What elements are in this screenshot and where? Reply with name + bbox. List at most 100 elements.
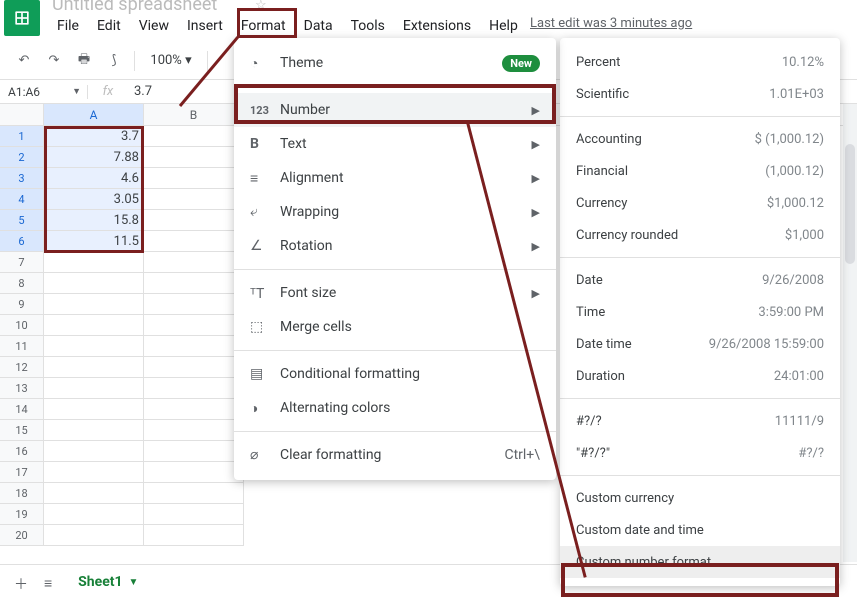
numfmt-financial[interactable]: Financial(1,000.12) (560, 155, 840, 187)
cell-B2[interactable] (144, 147, 244, 168)
cell-B12[interactable] (144, 357, 244, 378)
cell-A16[interactable] (44, 441, 144, 462)
cell-B15[interactable] (144, 420, 244, 441)
format-alternating[interactable]: ◑ Alternating colors (234, 391, 556, 425)
menu-insert[interactable]: Insert (178, 14, 232, 38)
cell-B18[interactable] (144, 483, 244, 504)
format-theme[interactable]: ◔ Theme New (234, 46, 556, 80)
row-header-8[interactable]: 8 (0, 273, 44, 294)
row-header-18[interactable]: 18 (0, 483, 44, 504)
name-box[interactable]: A1:A6▼ (0, 85, 88, 99)
menu-edit[interactable]: Edit (88, 14, 130, 38)
cell-A13[interactable] (44, 378, 144, 399)
numfmt-percent[interactable]: Percent10.12% (560, 46, 840, 78)
cell-B13[interactable] (144, 378, 244, 399)
numfmt-fraction2[interactable]: "#?/?"#?/? (560, 437, 840, 469)
undo-icon[interactable]: ↶ (10, 47, 38, 75)
cell-B14[interactable] (144, 399, 244, 420)
add-sheet-button[interactable]: ＋ (14, 574, 28, 594)
row-header-17[interactable]: 17 (0, 462, 44, 483)
cell-B3[interactable] (144, 168, 244, 189)
cell-A18[interactable] (44, 483, 144, 504)
col-header-A[interactable]: A (44, 104, 144, 125)
menu-help[interactable]: Help (480, 14, 527, 38)
numfmt-custom-number[interactable]: Custom number format (560, 546, 840, 578)
cell-A4[interactable]: 3.05 (44, 189, 144, 210)
menu-format[interactable]: Format (232, 14, 295, 38)
cell-B19[interactable] (144, 504, 244, 525)
cell-B1[interactable] (144, 126, 244, 147)
cell-A6[interactable]: 11.5 (44, 231, 144, 252)
cell-A12[interactable] (44, 357, 144, 378)
numfmt-date[interactable]: Date9/26/2008 (560, 264, 840, 296)
row-header-13[interactable]: 13 (0, 378, 44, 399)
cell-B20[interactable] (144, 525, 244, 546)
row-header-20[interactable]: 20 (0, 525, 44, 546)
cell-A9[interactable] (44, 294, 144, 315)
cell-B5[interactable] (144, 210, 244, 231)
vertical-scrollbar-thumb[interactable] (845, 144, 855, 264)
cell-B16[interactable] (144, 441, 244, 462)
cell-A20[interactable] (44, 525, 144, 546)
row-header-1[interactable]: 1 (0, 126, 44, 147)
vertical-scrollbar[interactable] (843, 104, 857, 562)
row-header-4[interactable]: 4 (0, 189, 44, 210)
cell-A14[interactable] (44, 399, 144, 420)
menu-data[interactable]: Data (295, 14, 342, 38)
row-header-10[interactable]: 10 (0, 315, 44, 336)
row-header-3[interactable]: 3 (0, 168, 44, 189)
cell-A11[interactable] (44, 336, 144, 357)
cell-A15[interactable] (44, 420, 144, 441)
sheet-tab-1[interactable]: Sheet1▼ (68, 566, 148, 601)
row-header-19[interactable]: 19 (0, 504, 44, 525)
cell-B9[interactable] (144, 294, 244, 315)
zoom-select[interactable]: 100% ▾ (141, 53, 201, 68)
row-header-7[interactable]: 7 (0, 252, 44, 273)
numfmt-fraction1[interactable]: #?/?11111/9 (560, 405, 840, 437)
cell-B6[interactable] (144, 231, 244, 252)
row-header-16[interactable]: 16 (0, 441, 44, 462)
cell-A19[interactable] (44, 504, 144, 525)
format-conditional[interactable]: ▤ Conditional formatting (234, 357, 556, 391)
paint-format-icon[interactable]: ⟆ (100, 47, 128, 75)
row-header-2[interactable]: 2 (0, 147, 44, 168)
cell-B11[interactable] (144, 336, 244, 357)
numfmt-scientific[interactable]: Scientific1.01E+03 (560, 78, 840, 110)
numfmt-custom-datetime[interactable]: Custom date and time (560, 514, 840, 546)
last-edit-link[interactable]: Last edit was 3 minutes ago (530, 16, 692, 31)
row-header-12[interactable]: 12 (0, 357, 44, 378)
row-header-5[interactable]: 5 (0, 210, 44, 231)
numfmt-datetime[interactable]: Date time9/26/2008 15:59:00 (560, 328, 840, 360)
menu-file[interactable]: File (48, 14, 88, 38)
cell-B17[interactable] (144, 462, 244, 483)
all-sheets-button[interactable]: ≡ (44, 575, 52, 592)
numfmt-custom-currency[interactable]: Custom currency (560, 482, 840, 514)
format-text[interactable]: B Text ▶ (234, 127, 556, 161)
numfmt-duration[interactable]: Duration24:01:00 (560, 360, 840, 392)
formula-value[interactable]: 3.7 (128, 84, 152, 99)
print-icon[interactable]: 🖶 (70, 47, 98, 75)
star-icon[interactable]: ☆ (255, 0, 267, 13)
cell-B10[interactable] (144, 315, 244, 336)
row-header-15[interactable]: 15 (0, 420, 44, 441)
numfmt-currency-rounded[interactable]: Currency rounded$1,000 (560, 219, 840, 251)
cell-A2[interactable]: 7.88 (44, 147, 144, 168)
cell-A7[interactable] (44, 252, 144, 273)
numfmt-currency[interactable]: Currency$1,000.12 (560, 187, 840, 219)
col-header-B[interactable]: B (144, 104, 244, 125)
cell-B4[interactable] (144, 189, 244, 210)
cell-A17[interactable] (44, 462, 144, 483)
redo-icon[interactable]: ↷ (40, 47, 68, 75)
row-header-9[interactable]: 9 (0, 294, 44, 315)
numfmt-time[interactable]: Time3:59:00 PM (560, 296, 840, 328)
format-rotation[interactable]: ∠ Rotation ▶ (234, 229, 556, 263)
row-header-14[interactable]: 14 (0, 399, 44, 420)
row-header-6[interactable]: 6 (0, 231, 44, 252)
cell-A5[interactable]: 15.8 (44, 210, 144, 231)
format-alignment[interactable]: ≡ Alignment ▶ (234, 161, 556, 195)
select-all-corner[interactable] (0, 104, 44, 125)
menu-view[interactable]: View (130, 14, 178, 38)
cell-A10[interactable] (44, 315, 144, 336)
row-header-11[interactable]: 11 (0, 336, 44, 357)
doc-title[interactable]: Untitled spreadsheet (52, 0, 217, 15)
